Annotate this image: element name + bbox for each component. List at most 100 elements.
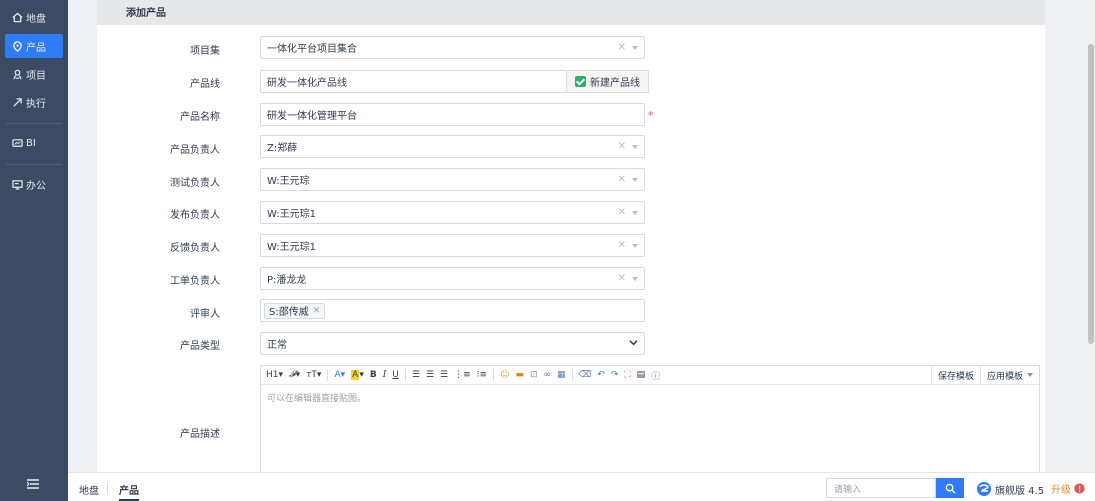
clear-icon[interactable]: ✕ <box>618 207 626 218</box>
chevron-down-icon <box>632 46 638 50</box>
reviewer-select[interactable]: S:邵传威 ✕ <box>260 299 645 322</box>
nav-divider <box>6 164 62 165</box>
link-icon[interactable]: ∞ <box>544 370 552 380</box>
ordered-list-icon[interactable]: ⋮≡ <box>454 370 471 380</box>
product-icon <box>11 40 23 52</box>
clear-icon[interactable]: ✕ <box>618 273 626 284</box>
apply-template-label: 应用模板 <box>986 371 1023 382</box>
feedback-select[interactable]: W:王元琮1 ✕ <box>260 234 645 257</box>
font-color-icon[interactable]: A▾ <box>334 370 345 380</box>
toolbar-divider <box>493 369 495 381</box>
search-input[interactable]: 请输入 <box>826 478 936 498</box>
bold-icon[interactable]: B <box>370 370 377 380</box>
new-line-checkbox[interactable]: 新建产品线 <box>567 70 649 93</box>
page-scrollbar[interactable] <box>1087 0 1095 472</box>
search-button[interactable] <box>936 478 964 498</box>
scrollbar-thumb[interactable] <box>1088 44 1094 344</box>
type-label: 产品类型 <box>180 341 220 352</box>
align-right-icon[interactable]: ☰ <box>440 370 448 380</box>
name-value: 研发一体化管理平台 <box>267 111 357 122</box>
desc-label: 产品描述 <box>180 429 220 440</box>
breadcrumb-divider <box>107 483 108 494</box>
po-value: Z:郑薛 <box>267 143 298 154</box>
rd-value: W:王元琮1 <box>267 209 317 220</box>
help-icon[interactable]: ⓘ <box>651 369 660 382</box>
qd-select[interactable]: W:王元琮 ✕ <box>260 168 645 191</box>
clear-icon[interactable]: ✕ <box>618 174 626 185</box>
program-select[interactable]: 一体化平台项目集合 ✕ <box>260 36 645 59</box>
source-icon[interactable]: ▤ <box>637 370 646 380</box>
upgrade-link[interactable]: 升级 <box>1051 481 1085 496</box>
chevron-down-icon <box>632 178 638 182</box>
align-center-icon[interactable]: ☰ <box>426 370 434 380</box>
po-select[interactable]: Z:郑薛 ✕ <box>260 135 645 158</box>
product-form: 项目集 一体化平台项目集合 ✕ 产品线 研发一体化产品线 新建产品线 产品名称 … <box>97 25 1045 472</box>
bullet-list-icon[interactable]: ⁝≡ <box>477 370 487 380</box>
table-icon[interactable]: ▦ <box>557 370 566 380</box>
nav-divider <box>6 123 62 124</box>
font-family-icon[interactable]: 𝓕▾ <box>289 370 300 380</box>
breadcrumb-product[interactable]: 产品 <box>119 482 139 501</box>
fullscreen-icon[interactable]: ⛶ <box>624 370 630 380</box>
upgrade-label: 升级 <box>1051 485 1071 496</box>
ticket-select[interactable]: P:潘龙龙 ✕ <box>260 267 645 290</box>
underline-icon[interactable]: U <box>392 370 399 380</box>
chevron-down-icon <box>629 338 638 350</box>
nav-item-label: BI <box>26 137 36 149</box>
feedback-value: W:王元琮1 <box>267 242 317 253</box>
undo-icon[interactable]: ↶ <box>597 370 605 380</box>
reviewer-tag-label: S:邵传威 <box>269 307 309 318</box>
nav-item-product[interactable]: 产品 <box>5 34 63 58</box>
type-value: 正常 <box>267 340 287 351</box>
eraser-icon[interactable]: ⌫ <box>579 370 592 380</box>
toolbar-divider <box>404 369 406 381</box>
code-icon[interactable]: ⊡ <box>530 370 538 380</box>
nav-item-office[interactable]: 办公 <box>5 172 63 196</box>
program-value: 一体化平台项目集合 <box>267 44 357 55</box>
breadcrumb-home[interactable]: 地盘 <box>79 482 99 497</box>
nav-item-label: 产品 <box>26 42 46 54</box>
type-select[interactable]: 正常 <box>260 332 645 355</box>
redo-icon[interactable]: ↷ <box>611 370 619 380</box>
qd-value: W:王元琮 <box>267 176 310 187</box>
remove-tag-icon[interactable]: ✕ <box>313 306 321 316</box>
alert-icon <box>1074 483 1085 494</box>
heading-icon[interactable]: H1▾ <box>266 370 283 380</box>
emoji-icon[interactable]: ☺ <box>500 370 509 380</box>
version-info[interactable]: 旗舰版 4.5 <box>976 481 1044 497</box>
nav-item-execution[interactable]: 执行 <box>5 90 63 114</box>
nav-item-bi[interactable]: BI <box>5 131 63 155</box>
font-size-icon[interactable]: тT▾ <box>306 370 321 380</box>
name-input[interactable]: 研发一体化管理平台 <box>260 103 645 126</box>
line-label: 产品线 <box>190 79 220 90</box>
rd-label: 发布负责人 <box>170 210 220 221</box>
po-label: 产品负责人 <box>170 145 220 156</box>
image-icon[interactable]: ▬ <box>515 370 524 380</box>
line-input[interactable]: 研发一体化产品线 <box>260 70 567 93</box>
toolbar-divider <box>571 369 573 381</box>
line-value: 研发一体化产品线 <box>267 78 347 89</box>
highlight-icon[interactable]: A ▾ <box>351 370 364 380</box>
clear-icon[interactable]: ✕ <box>618 141 626 152</box>
required-mark: * <box>648 109 654 122</box>
home-icon <box>11 11 23 23</box>
nav-item-label: 项目 <box>26 70 46 82</box>
clear-icon[interactable]: ✕ <box>618 240 626 251</box>
desc-editor[interactable]: H1▾ 𝓕▾ тT▾ A▾ A ▾ B I U ☰ ☰ ☰ ⋮≡ ⁝≡ ☺ ▬ ⊡… <box>260 365 1040 472</box>
editor-toolbar: H1▾ 𝓕▾ тT▾ A▾ A ▾ B I U ☰ ☰ ☰ ⋮≡ ⁝≡ ☺ ▬ ⊡… <box>261 366 1039 385</box>
program-label: 项目集 <box>190 46 220 57</box>
nav-item-home[interactable]: 地盘 <box>5 5 63 29</box>
nav-item-label: 执行 <box>26 98 46 110</box>
ticket-value: P:潘龙龙 <box>267 275 307 286</box>
menu-toggle-icon[interactable] <box>26 478 42 492</box>
qd-label: 测试负责人 <box>170 178 220 189</box>
ticket-label: 工单负责人 <box>170 276 220 287</box>
rd-select[interactable]: W:王元琮1 ✕ <box>260 201 645 224</box>
apply-template-button[interactable]: 应用模板 <box>979 366 1039 384</box>
align-left-icon[interactable]: ☰ <box>412 370 420 380</box>
execution-icon <box>11 96 23 108</box>
nav-item-project[interactable]: 项目 <box>5 62 63 86</box>
save-template-button[interactable]: 保存模板 <box>930 366 980 384</box>
italic-icon[interactable]: I <box>383 370 387 380</box>
clear-icon[interactable]: ✕ <box>618 42 626 53</box>
